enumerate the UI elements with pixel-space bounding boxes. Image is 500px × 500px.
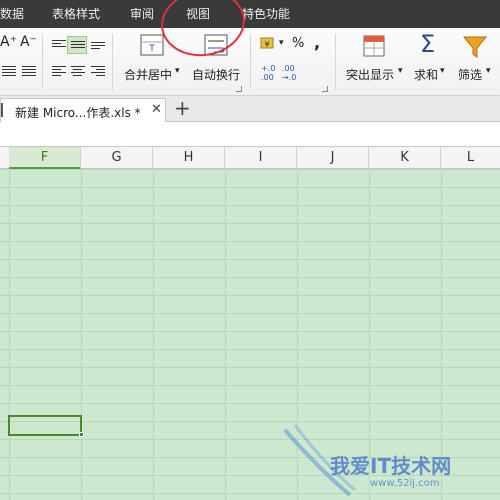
currency-dropdown-icon[interactable]: ▾: [279, 38, 284, 48]
column-header-i[interactable]: I: [225, 147, 297, 169]
sum-icon[interactable]: Σ: [420, 30, 435, 58]
menu-item-special-features[interactable]: 特色功能: [242, 0, 290, 28]
filter-icon[interactable]: [462, 34, 488, 60]
indent-decrease-icon[interactable]: [22, 64, 36, 78]
highlight-button[interactable]: 突出显示: [346, 66, 394, 83]
document-tab[interactable]: 新建 Micro...作表.xls * ✕: [0, 98, 166, 122]
active-cell[interactable]: [8, 415, 82, 436]
menu-item-review[interactable]: 审阅: [130, 0, 154, 28]
number-dialog-launcher-icon[interactable]: [322, 86, 328, 92]
column-headers: F G H I J K L: [0, 147, 500, 169]
ribbon-toolbar: A⁺ A⁻ T 合并居中 ▾ 自动换行 ¥ ▾ % , +.0 .00 .00 …: [0, 28, 500, 96]
wrap-text-icon[interactable]: [204, 34, 228, 56]
column-header-h[interactable]: H: [153, 147, 225, 169]
decimal-decrease-button[interactable]: .00 →.0: [282, 64, 296, 82]
filter-button[interactable]: 筛选: [458, 66, 482, 83]
column-header-l[interactable]: L: [441, 147, 500, 169]
filter-dropdown-icon[interactable]: ▾: [486, 66, 491, 76]
align-right-icon[interactable]: [91, 64, 105, 78]
formula-bar[interactable]: [0, 122, 500, 147]
merge-center-icon[interactable]: T: [140, 34, 164, 56]
column-header-f[interactable]: F: [9, 147, 81, 169]
menu-item-table-style[interactable]: 表格样式: [52, 0, 100, 28]
alignment-dialog-launcher-icon[interactable]: [236, 86, 242, 92]
separator: [335, 34, 336, 90]
menu-bar: 数据 表格样式 审阅 视图 特色功能: [0, 0, 500, 28]
separator: [250, 34, 251, 90]
column-header-k[interactable]: K: [369, 147, 441, 169]
highlight-dropdown-icon[interactable]: ▾: [398, 66, 403, 76]
align-center-icon[interactable]: [71, 64, 85, 78]
currency-format-icon[interactable]: ¥: [260, 36, 278, 52]
column-header-j[interactable]: J: [297, 147, 369, 169]
svg-text:¥: ¥: [264, 40, 269, 49]
document-tab-label: 新建 Micro...作表.xls *: [15, 106, 141, 120]
close-icon[interactable]: ✕: [151, 102, 162, 117]
merge-center-button[interactable]: 合并居中: [124, 66, 172, 83]
align-bottom-icon[interactable]: [91, 40, 105, 51]
sum-button[interactable]: 求和: [414, 66, 438, 83]
align-middle-icon[interactable]: [71, 39, 85, 50]
decimal-increase-button[interactable]: +.0 .00: [261, 64, 275, 82]
cell-grid[interactable]: [0, 169, 500, 500]
wrap-text-button[interactable]: 自动换行: [192, 66, 240, 83]
align-top-icon[interactable]: [52, 38, 66, 49]
indent-increase-icon[interactable]: [2, 64, 16, 78]
thousands-separator-button[interactable]: ,: [314, 33, 320, 52]
merge-dropdown-icon[interactable]: ▾: [175, 66, 180, 76]
document-tab-bar: 新建 Micro...作表.xls * ✕ +: [0, 96, 500, 122]
percent-button[interactable]: %: [292, 36, 304, 51]
font-grow-button[interactable]: A⁺: [0, 34, 17, 50]
align-left-icon[interactable]: [52, 64, 66, 78]
menu-item-view[interactable]: 视图: [186, 0, 210, 28]
svg-text:T: T: [148, 44, 155, 54]
column-header-g[interactable]: G: [81, 147, 153, 169]
tab-edge-icon: [1, 103, 7, 117]
font-shrink-button[interactable]: A⁻: [20, 34, 37, 50]
separator: [42, 34, 43, 90]
menu-item-data[interactable]: 数据: [0, 0, 24, 28]
highlight-icon[interactable]: [362, 34, 386, 58]
separator: [112, 34, 113, 90]
sum-dropdown-icon[interactable]: ▾: [440, 66, 445, 76]
fill-handle[interactable]: [79, 432, 84, 437]
new-tab-button[interactable]: +: [174, 97, 191, 119]
